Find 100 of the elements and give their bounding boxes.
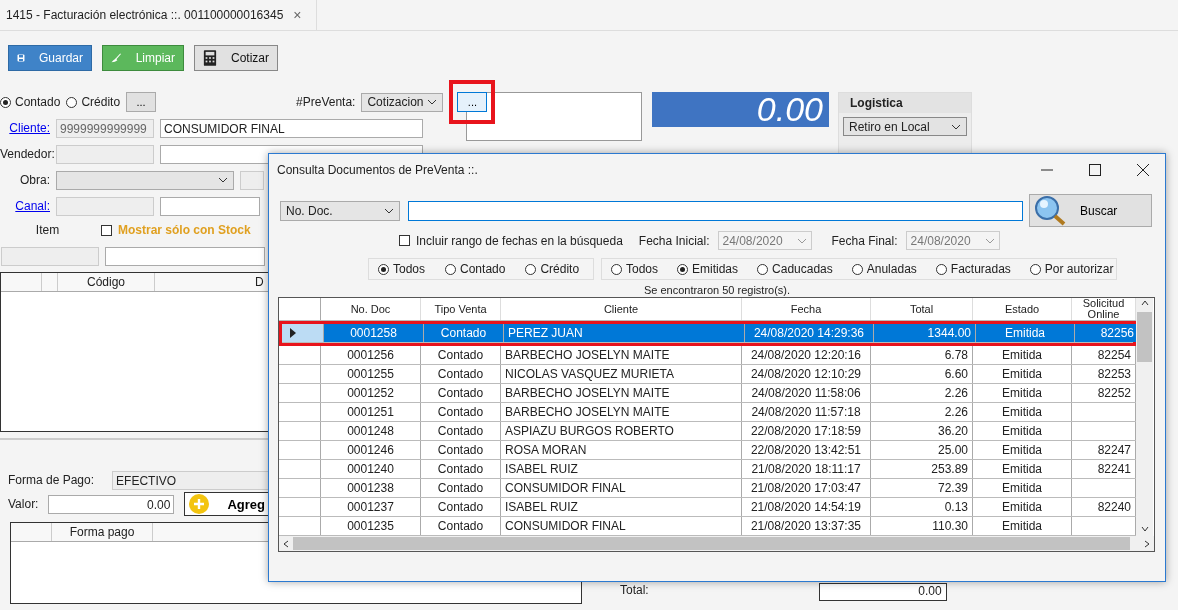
table-row[interactable]: 0001252 Contado BARBECHO JOSELYN MAITE 24/08/2020 11:58:06 2.26 Emitida 82252 [279, 384, 1136, 403]
radio-button[interactable] [611, 263, 622, 275]
date-picker[interactable]: 24/08/2020 [905, 231, 1000, 250]
preventa-search-button[interactable]: ... [457, 92, 488, 112]
close-icon[interactable]: × [293, 7, 302, 23]
radio-button[interactable] [445, 263, 457, 275]
cliente-link[interactable]: Cliente: [0, 121, 50, 135]
table-cell: 21/08/2020 18:11:17 [751, 462, 861, 476]
table-cell: 6.78 [944, 348, 968, 362]
search-button[interactable]: Buscar [1029, 194, 1152, 227]
table-cell: 0001238 [347, 481, 394, 495]
table-cell: Emitida [1002, 519, 1042, 533]
table-cell: Contado [437, 348, 484, 362]
table-cell: 0001237 [347, 500, 394, 514]
table-cell: 36.20 [937, 424, 968, 438]
table-row[interactable]: 0001255 Contado NICOLAS VASQUEZ MURIETA 24/08/2020 12:10:29 6.60 Emitida 82253 [279, 365, 1136, 384]
date-picker[interactable]: 24/08/2020 [717, 231, 812, 250]
more-button[interactable]: ... [126, 92, 157, 112]
chevron-down-icon [984, 237, 995, 244]
radio-button[interactable] [757, 263, 769, 275]
radio-label[interactable]: Todos [393, 262, 426, 276]
scroll-up-icon[interactable] [1140, 300, 1149, 306]
radio-label[interactable]: Todos [626, 262, 659, 276]
table-row[interactable]: 0001238 Contado CONSUMIDOR FINAL 21/08/2020 17:03:47 72.39 Emitida [279, 479, 1136, 498]
cliente-id-field[interactable]: 9999999999999 [56, 118, 154, 138]
table-cell: 0001256 [347, 348, 394, 362]
scroll-left-icon[interactable] [283, 539, 289, 548]
table-cell: Contado [437, 481, 484, 495]
toolbar-button[interactable]: Cotizar [194, 45, 278, 71]
radio-label[interactable]: Por autorizar [1044, 262, 1114, 276]
table-cell: 82254 [1097, 348, 1131, 362]
radio-button[interactable] [378, 263, 389, 275]
scroll-right-icon[interactable] [1144, 539, 1150, 548]
preventa-label: #PreVenta: [296, 95, 356, 109]
table-cell: Contado [437, 500, 484, 514]
search-input[interactable] [408, 200, 1023, 221]
table-cell: Contado [437, 424, 484, 438]
table-row[interactable]: 0001256 Contado BARBECHO JOSELYN MAITE 24/08/2020 12:20:16 6.78 Emitida 82254 [279, 346, 1136, 365]
table-cell: 0001252 [347, 386, 394, 400]
table-cell: PEREZ JUAN [508, 326, 583, 340]
item-code-field[interactable] [1, 246, 99, 266]
valor-field[interactable]: 0.00 [48, 494, 175, 514]
scroll-thumb[interactable] [1137, 312, 1152, 362]
canal-link[interactable]: Canal: [0, 199, 50, 213]
obra-field[interactable] [240, 170, 264, 190]
radio-button[interactable] [935, 263, 947, 275]
radio-label[interactable]: Caducadas [772, 262, 833, 276]
table-row[interactable]: 0001248 Contado ASPIAZU BURGOS ROBERTO 22/08/2020 17:18:59 36.20 Emitida [279, 422, 1136, 441]
maximize-icon[interactable] [1089, 164, 1101, 176]
table-cell: ISABEL RUIZ [505, 500, 578, 514]
table-cell: 24/08/2020 11:58:06 [751, 386, 861, 400]
table-cell: BARBECHO JOSELYN MAITE [505, 348, 670, 362]
table-cell: 21/08/2020 17:03:47 [750, 481, 862, 495]
item-field[interactable] [105, 246, 265, 266]
horizontal-scrollbar[interactable] [279, 536, 1154, 551]
date-range-checkbox[interactable]: Incluir rango de fechas en la búsqueda [399, 233, 623, 248]
chevron-down-icon [796, 237, 807, 244]
cliente-name-field[interactable]: CONSUMIDOR FINAL [160, 118, 423, 138]
radio-button[interactable] [0, 96, 11, 108]
radio-label[interactable]: Contado [460, 262, 506, 276]
table-row[interactable]: 0001237 Contado ISABEL RUIZ 21/08/2020 14:54:19 0.13 Emitida 82240 [279, 498, 1136, 517]
logistica-dropdown[interactable]: Retiro en Local [843, 117, 967, 136]
radio-label[interactable]: Contado [15, 95, 61, 109]
table-row[interactable]: 0001258 Contado PEREZ JUAN 24/08/2020 14:29:36 1344.00 Emitida 82256 [282, 324, 1133, 343]
radio-button[interactable] [1029, 263, 1041, 275]
table-cell: 24/08/2020 11:57:18 [751, 405, 861, 419]
table-cell: 253.89 [931, 462, 968, 476]
table-cell: 0001255 [347, 367, 394, 381]
table-cell: CONSUMIDOR FINAL [505, 519, 626, 533]
search-field-dropdown[interactable]: No. Doc. [280, 200, 400, 221]
table-cell: Contado [437, 405, 484, 419]
vertical-scrollbar[interactable] [1136, 298, 1153, 536]
radio-label[interactable]: Crédito [540, 262, 580, 276]
close-icon[interactable] [1137, 164, 1149, 176]
preventa-dropdown[interactable]: Cotizacion [361, 92, 444, 112]
radio-button[interactable] [525, 263, 537, 275]
radio-label[interactable]: Crédito [81, 95, 121, 109]
table-cell: 1344.00 [927, 326, 971, 340]
radio-label[interactable]: Anuladas [866, 262, 917, 276]
radio-button[interactable] [851, 263, 863, 275]
table-cell: 22/08/2020 13:42:51 [750, 443, 862, 457]
canal-name-field[interactable] [160, 196, 260, 216]
scroll-thumb[interactable] [293, 537, 1130, 550]
table-cell: 82252 [1097, 386, 1131, 400]
table-cell: 82256 [1100, 326, 1134, 340]
notes-field[interactable] [466, 92, 642, 141]
vendedor-id-field[interactable] [56, 144, 154, 164]
radio-button[interactable] [66, 96, 78, 108]
table-row[interactable]: 0001251 Contado BARBECHO JOSELYN MAITE 24/08/2020 11:57:18 2.26 Emitida [279, 403, 1136, 422]
scroll-down-icon[interactable] [1140, 526, 1149, 532]
radio-button[interactable] [677, 263, 689, 275]
column-header: Tipo Venta [421, 298, 501, 320]
table-cell: 0001258 [350, 326, 397, 340]
table-row[interactable]: 0001246 Contado ROSA MORAN 22/08/2020 13:42:51 25.00 Emitida 82247 [279, 441, 1136, 460]
radio-label[interactable]: Facturadas [950, 262, 1011, 276]
radio-label[interactable]: Emitidas [692, 262, 739, 276]
toolbar-button[interactable]: Guardar [8, 45, 92, 71]
table-cell: 82247 [1097, 443, 1131, 457]
table-row[interactable]: 0001240 Contado ISABEL RUIZ 21/08/2020 18:11:17 253.89 Emitida 82241 [279, 460, 1136, 479]
canal-id-field[interactable] [56, 196, 154, 216]
